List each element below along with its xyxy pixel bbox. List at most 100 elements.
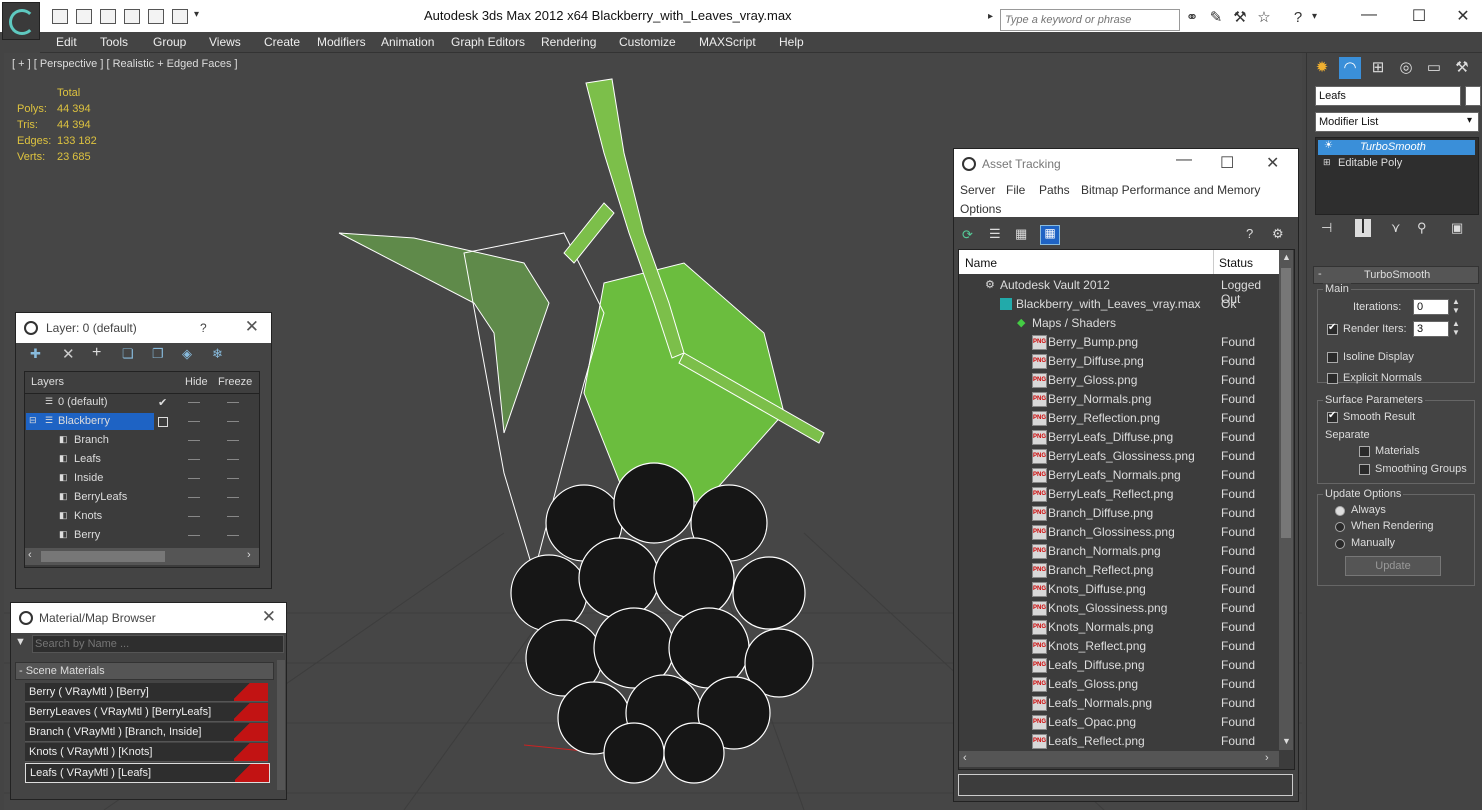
create-tab-icon[interactable]: ✹ <box>1311 57 1333 79</box>
hide-all-icon[interactable]: ◈ <box>182 346 192 362</box>
menu-help[interactable]: Help <box>779 35 804 49</box>
isoline-display-checkbox[interactable] <box>1327 352 1338 363</box>
hide-toggle[interactable] <box>188 421 200 422</box>
connect-icon[interactable]: ⚒ <box>1232 10 1248 26</box>
material-scrollbar[interactable] <box>277 660 285 790</box>
asset-row[interactable]: ⚙ Autodesk Vault 2012 Logged Out <box>959 275 1277 306</box>
iterations-spinner[interactable]: 0 <box>1413 299 1449 315</box>
asset-row[interactable]: PNG BerryLeafs_Diffuse.png Found <box>959 427 1277 446</box>
hide-toggle[interactable] <box>188 402 200 403</box>
hide-toggle[interactable] <box>188 478 200 479</box>
asset-row[interactable]: PNG Knots_Glossiness.png Found <box>959 598 1277 617</box>
active-check-icon[interactable]: ✔ <box>158 396 167 409</box>
material-search-input[interactable] <box>32 635 284 653</box>
help-search-box[interactable] <box>1000 9 1180 31</box>
maximize-button[interactable]: ☐ <box>1404 6 1434 26</box>
asset-row[interactable]: PNG Branch_Diffuse.png Found <box>959 503 1277 522</box>
scroll-left-icon[interactable]: ‹ <box>963 752 967 764</box>
binoculars-icon[interactable]: ⚭ <box>1184 10 1200 26</box>
help-icon[interactable]: ? <box>1290 10 1306 26</box>
freeze-all-icon[interactable]: ❄ <box>212 346 223 362</box>
asset-row[interactable]: ◆ Maps / Shaders <box>959 313 1277 332</box>
pin-stack-icon[interactable]: ⊣ <box>1321 220 1332 236</box>
stack-item-editable-poly[interactable]: ⊞ Editable Poly <box>1318 156 1475 171</box>
freeze-toggle[interactable] <box>227 459 239 460</box>
modifier-list-dropdown[interactable]: Modifier List ▾ <box>1315 112 1479 132</box>
asset-row[interactable]: PNG Berry_Reflection.png Found <box>959 408 1277 427</box>
layer-row[interactable]: ◧ Knots <box>25 507 255 526</box>
smoothing-groups-checkbox[interactable] <box>1359 464 1370 475</box>
render-iters-spinner[interactable]: 3 <box>1413 321 1449 337</box>
refresh-icon[interactable]: ⟳ <box>962 227 973 243</box>
new-layer-icon[interactable]: ✚ <box>30 346 41 362</box>
smooth-result-checkbox[interactable]: ✔ <box>1327 410 1338 423</box>
layer-row[interactable]: ⊟ ☰ Blackberry <box>25 412 255 431</box>
freeze-toggle[interactable] <box>227 421 239 422</box>
close-button[interactable]: ✕ <box>1448 6 1478 26</box>
always-radio[interactable] <box>1335 506 1345 516</box>
lightbulb-icon[interactable]: ☀ <box>1324 140 1333 151</box>
asset-horizontal-scrollbar[interactable]: ‹ › <box>959 751 1279 767</box>
asset-row[interactable]: PNG Leafs_Normals.png Found <box>959 693 1277 712</box>
material-item[interactable]: Leafs ( VRayMtl ) [Leafs] <box>25 763 270 783</box>
asset-row[interactable]: PNG BerryLeafs_Reflect.png Found <box>959 484 1277 503</box>
display-tab-icon[interactable]: ▭ <box>1423 57 1445 79</box>
scene-materials-header[interactable]: - Scene Materials <box>15 662 274 680</box>
remove-modifier-icon[interactable]: ⚲ <box>1417 220 1427 236</box>
col-name[interactable]: Name <box>965 256 997 270</box>
layer-horizontal-scrollbar[interactable]: ‹ › <box>25 548 259 565</box>
asset-row[interactable]: PNG Branch_Glossiness.png Found <box>959 522 1277 541</box>
menu-rendering[interactable]: Rendering <box>541 35 596 49</box>
make-unique-icon[interactable]: ⋎ <box>1391 220 1401 236</box>
explicit-normals-checkbox[interactable] <box>1327 373 1338 384</box>
layer-row[interactable]: ☰ 0 (default) ✔ <box>25 393 255 412</box>
menu-animation[interactable]: Animation <box>381 35 434 49</box>
col-hide[interactable]: Hide <box>185 376 208 388</box>
stack-item-turbosmooth[interactable]: ☀ TurboSmooth <box>1318 140 1475 155</box>
menu-tools[interactable]: Tools <box>100 35 128 49</box>
asset-row[interactable]: PNG Branch_Reflect.png Found <box>959 560 1277 579</box>
asset-row[interactable]: PNG Berry_Diffuse.png Found <box>959 351 1277 370</box>
freeze-toggle[interactable] <box>227 440 239 441</box>
freeze-toggle[interactable] <box>227 535 239 536</box>
col-layers[interactable]: Layers <box>31 376 64 388</box>
utilities-tab-icon[interactable]: ⚒ <box>1451 57 1473 79</box>
quick-access-dropdown-icon[interactable]: ▾ <box>194 9 199 20</box>
asset-minimize-button[interactable]: — <box>1176 151 1192 169</box>
menu-group[interactable]: Group <box>153 35 186 49</box>
add-to-layer-icon[interactable]: + <box>92 344 101 362</box>
column-divider[interactable] <box>1213 250 1214 274</box>
asset-path-field[interactable] <box>958 774 1293 796</box>
settings-icon[interactable]: ⚙ <box>1272 226 1284 242</box>
material-browser-close-icon[interactable]: ✕ <box>262 607 276 627</box>
menu-create[interactable]: Create <box>264 35 300 49</box>
help-search-input[interactable] <box>1001 10 1179 30</box>
table-view-icon[interactable]: ▦ <box>1040 225 1060 245</box>
menu-maxscript[interactable]: MAXScript <box>699 35 756 49</box>
asset-row[interactable]: PNG BerryLeafs_Glossiness.png Found <box>959 446 1277 465</box>
scroll-left-icon[interactable]: ‹ <box>28 549 32 561</box>
hierarchy-tab-icon[interactable]: ⊞ <box>1367 57 1389 79</box>
layer-panel-close-icon[interactable]: ✕ <box>245 317 259 337</box>
scrollbar-thumb[interactable] <box>41 551 165 562</box>
menu-graph-editors[interactable]: Graph Editors <box>451 35 525 49</box>
collapse-icon[interactable]: ⊟ <box>29 415 37 426</box>
col-status[interactable]: Status <box>1219 256 1253 270</box>
layer-row[interactable]: ◧ BerryLeafs <box>25 488 255 507</box>
open-file-icon[interactable] <box>52 9 68 24</box>
menu-customize[interactable]: Customize <box>619 35 676 49</box>
hide-toggle[interactable] <box>188 535 200 536</box>
asset-maximize-button[interactable]: ☐ <box>1220 153 1234 173</box>
highlight-layer-icon[interactable]: ❐ <box>152 346 164 362</box>
asset-row[interactable]: PNG Berry_Normals.png Found <box>959 389 1277 408</box>
undo-icon[interactable] <box>100 9 116 24</box>
object-color-swatch[interactable] <box>1465 86 1481 106</box>
asset-row[interactable]: PNG Leafs_Opac.png Found <box>959 712 1277 731</box>
thumbnail-view-icon[interactable]: ▦ <box>1015 226 1027 242</box>
viewport-label[interactable]: [ + ] [ Perspective ] [ Realistic + Edge… <box>12 58 238 70</box>
menu-views[interactable]: Views <box>209 35 241 49</box>
save-icon[interactable] <box>76 9 92 24</box>
favorites-star-icon[interactable]: ☆ <box>1256 10 1272 26</box>
materials-checkbox[interactable] <box>1359 446 1370 457</box>
material-item[interactable]: Knots ( VRayMtl ) [Knots] <box>25 743 268 762</box>
